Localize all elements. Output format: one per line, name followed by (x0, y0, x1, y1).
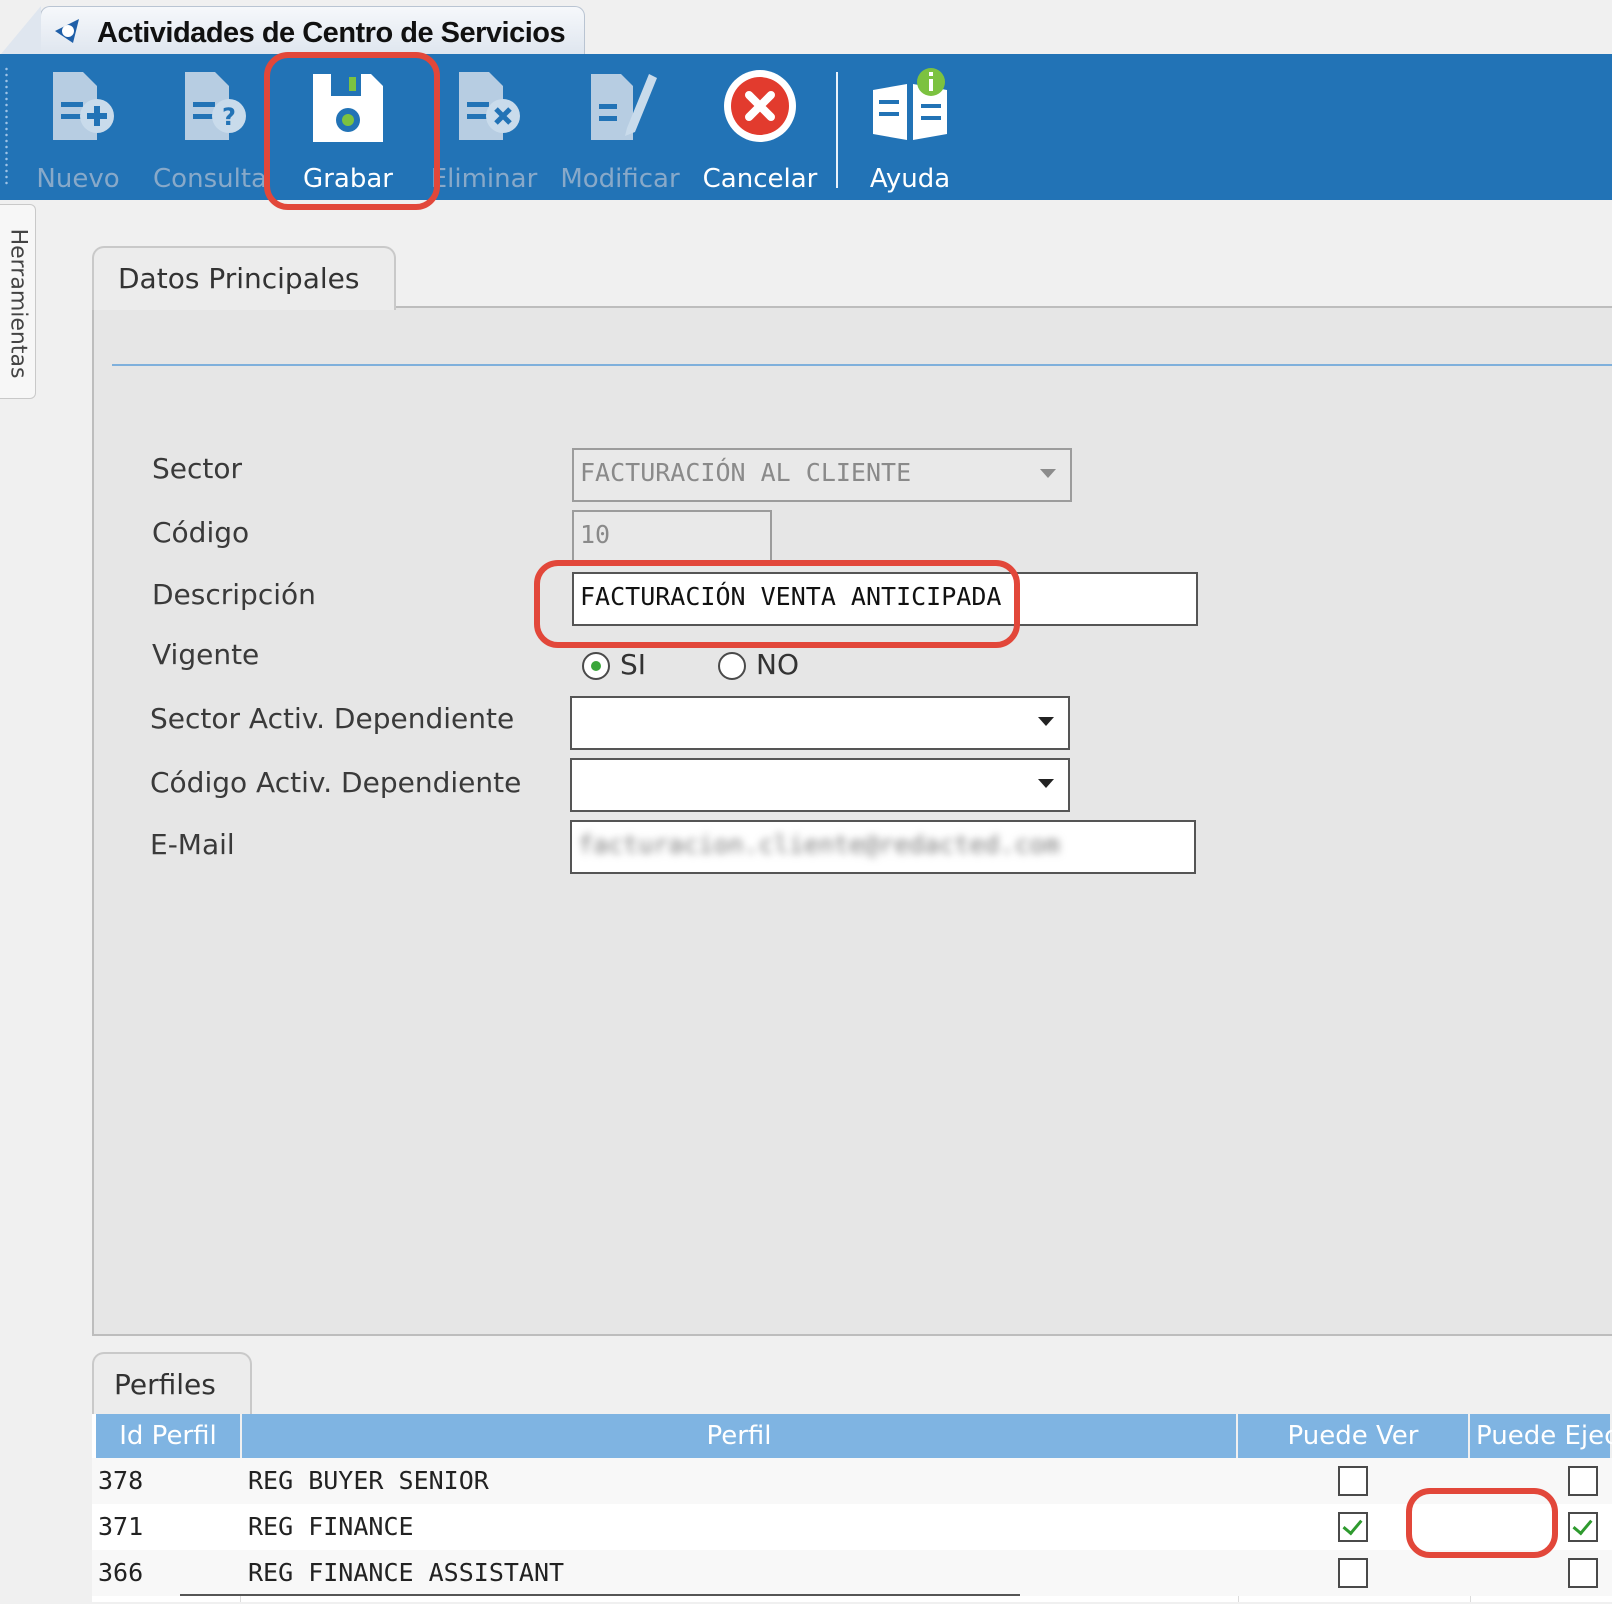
codigo-value: 10 (580, 520, 611, 549)
perfiles-grid: Id Perfil Perfil Puede Ver Puede Ejecuta… (92, 1414, 1612, 1602)
column-header-puede-ejecutar[interactable]: Puede Ejecutar (1470, 1414, 1612, 1458)
document-query-icon: ? (185, 72, 246, 140)
cell-perfil: REG FINANCE ASSISTANT (248, 1558, 565, 1587)
document-delete-icon (459, 72, 520, 140)
consulta-label: Consulta (153, 164, 267, 194)
document-edit-icon (591, 74, 657, 140)
sector-label: Sector (152, 452, 243, 485)
help-book-icon (873, 68, 947, 140)
scrollbar-track[interactable] (180, 1594, 1020, 1604)
toolbar-separator (836, 72, 838, 188)
codigo-label: Código (152, 516, 250, 549)
sector-dependiente-label: Sector Activ. Dependiente (150, 702, 515, 735)
highlight-puede-ejecutar (1406, 1488, 1558, 1558)
herramientas-label: Herramientas (5, 228, 31, 379)
cancelar-button[interactable]: Cancelar (700, 64, 820, 194)
puede-ejecutar-checkbox[interactable] (1568, 1512, 1598, 1542)
cell-id-perfil: 378 (98, 1466, 144, 1495)
highlight-descripcion (534, 560, 1020, 648)
cell-id-perfil: 366 (98, 1558, 144, 1587)
column-header-puede-ver[interactable]: Puede Ver (1238, 1414, 1470, 1458)
cancel-icon (724, 70, 796, 142)
codigo-field[interactable]: 10 (572, 510, 772, 562)
ayuda-label: Ayuda (869, 164, 951, 194)
descripcion-label: Descripción (152, 578, 316, 611)
tab-perfiles[interactable]: Perfiles (92, 1352, 252, 1416)
sector-dependiente-select[interactable] (570, 696, 1070, 750)
puede-ver-checkbox[interactable] (1338, 1466, 1368, 1496)
codigo-dependiente-label: Código Activ. Dependiente (150, 766, 522, 799)
column-header-id-perfil[interactable]: Id Perfil (96, 1414, 242, 1458)
toolbar-grip[interactable] (5, 66, 8, 186)
chevron-down-icon (1038, 717, 1054, 726)
toolbar: Nuevo ? Consulta Grabar Eliminar Modific… (0, 54, 1612, 200)
svg-text:?: ? (222, 103, 236, 131)
eliminar-button[interactable]: Eliminar (424, 64, 544, 194)
nuevo-label: Nuevo (36, 164, 120, 194)
panel-divider (112, 364, 1612, 366)
cell-perfil: REG BUYER SENIOR (248, 1466, 489, 1495)
column-header-perfil[interactable]: Perfil (242, 1414, 1238, 1458)
vigente-no-label: NO (756, 648, 799, 681)
app-logo-icon (55, 19, 79, 43)
tab-perfiles-label: Perfiles (114, 1368, 216, 1401)
chevron-down-icon (1040, 469, 1056, 478)
chevron-down-icon (1038, 779, 1054, 788)
codigo-dependiente-select[interactable] (570, 758, 1070, 812)
puede-ver-checkbox[interactable] (1338, 1512, 1368, 1542)
vigente-si-radio[interactable] (582, 652, 610, 680)
table-row[interactable]: 378 REG BUYER SENIOR (92, 1458, 1612, 1504)
puede-ver-checkbox[interactable] (1338, 1558, 1368, 1588)
modificar-label: Modificar (560, 164, 680, 194)
cancelar-label: Cancelar (702, 164, 818, 194)
herramientas-side-tab[interactable]: Herramientas (0, 204, 36, 399)
sector-value: FACTURACIÓN AL CLIENTE (580, 458, 912, 487)
nuevo-button[interactable]: Nuevo (18, 64, 138, 194)
sector-select[interactable]: FACTURACIÓN AL CLIENTE (572, 448, 1072, 502)
tab-datos-principales[interactable]: Datos Principales (92, 246, 396, 310)
tab-datos-principales-label: Datos Principales (118, 262, 360, 295)
vigente-label: Vigente (152, 638, 260, 671)
vigente-no-radio[interactable] (718, 652, 746, 680)
highlight-grabar (264, 52, 440, 210)
table-row[interactable]: 371 REG FINANCE (92, 1504, 1612, 1550)
email-field[interactable]: facturacion.cliente@redacted.com (570, 820, 1196, 874)
eliminar-label: Eliminar (430, 164, 538, 194)
puede-ejecutar-checkbox[interactable] (1568, 1466, 1598, 1496)
modificar-button[interactable]: Modificar (560, 64, 680, 194)
email-value: facturacion.cliente@redacted.com (578, 830, 1060, 859)
vigente-si-label: SI (620, 648, 647, 681)
window-title-tab[interactable]: Actividades de Centro de Servicios (1, 6, 585, 54)
email-label: E-Mail (150, 828, 235, 861)
cell-id-perfil: 371 (98, 1512, 144, 1541)
table-row[interactable]: 366 REG FINANCE ASSISTANT (92, 1550, 1612, 1596)
puede-ejecutar-checkbox[interactable] (1568, 1558, 1598, 1588)
window-title: Actividades de Centro de Servicios (97, 17, 566, 49)
document-add-icon (53, 72, 114, 140)
consulta-button[interactable]: ? Consulta (150, 64, 270, 194)
cell-perfil: REG FINANCE (248, 1512, 414, 1541)
ayuda-button[interactable]: Ayuda (850, 64, 970, 194)
